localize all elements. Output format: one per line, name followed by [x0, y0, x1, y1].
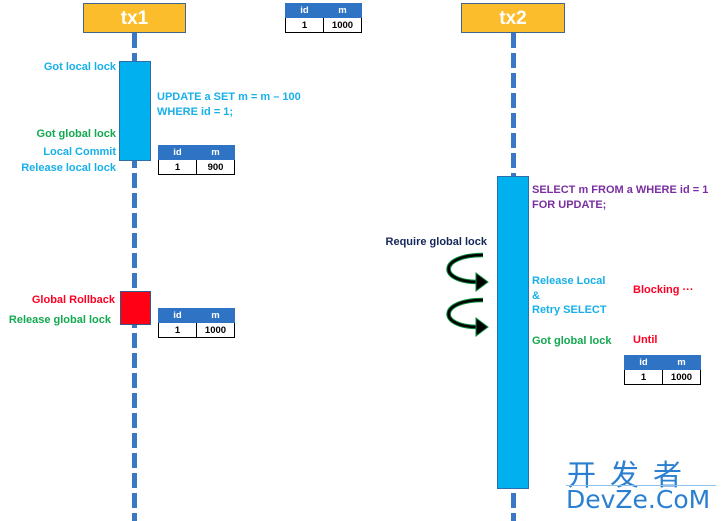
col-id: id [285, 3, 324, 18]
cell-id: 1 [285, 17, 324, 33]
tx1-local-commit: Local Commit [43, 146, 116, 158]
tx1-global-rollback: Global Rollback [31, 294, 115, 306]
retry-arrows [446, 252, 489, 337]
cell-id: 1 [158, 322, 197, 338]
tx1-sql-line2: WHERE id = 1; [157, 106, 234, 118]
cell-m: 900 [196, 159, 235, 175]
tx1-participant: tx1 [83, 3, 186, 33]
cell-m: 1000 [662, 369, 701, 385]
col-m: m [662, 355, 701, 370]
tx1-release-local-lock: Release local lock [21, 162, 116, 174]
tx2-sql-line2: FOR UPDATE; [532, 199, 607, 211]
tx1-activation-bar [119, 61, 151, 161]
tx2-got-global-lock: Got global lock [532, 335, 612, 347]
table-tx2-result: id m 1 1000 [624, 355, 701, 385]
table-after-rollback: id m 1 1000 [158, 308, 235, 338]
cell-id: 1 [158, 159, 197, 175]
cell-m: 1000 [196, 322, 235, 338]
watermark-en: DevZe.CoM [566, 485, 711, 514]
tx1-got-local-lock: Got local lock [43, 61, 116, 73]
tx1-got-global-lock: Got global lock [36, 128, 116, 140]
cell-m: 1000 [323, 17, 362, 33]
tx1-rollback-bar [120, 291, 151, 325]
tx1-sql-line1: UPDATE a SET m = m – 100 [157, 91, 301, 103]
tx2-blocking: Blocking ··· [633, 284, 694, 296]
tx2-participant: tx2 [461, 3, 565, 33]
tx2-ampersand: & [532, 290, 540, 302]
tx2-sql-line1: SELECT m FROM a WHERE id = 1 [532, 184, 709, 196]
retry-arrow-icon [446, 252, 489, 292]
col-id: id [158, 145, 197, 160]
tx2-retry-select: Retry SELECT [532, 304, 607, 316]
col-id: id [624, 355, 663, 370]
tx2-require-global-lock: Require global lock [385, 236, 487, 248]
tx1-release-global-lock: Release global lock [8, 314, 111, 326]
col-id: id [158, 308, 197, 323]
cell-id: 1 [624, 369, 663, 385]
col-m: m [196, 308, 235, 323]
tx2-until: Until [633, 334, 658, 346]
tx2-activation-bar [497, 176, 529, 489]
col-m: m [323, 3, 362, 18]
retry-arrow-icon [446, 297, 489, 337]
table-initial: id m 1 1000 [285, 3, 362, 33]
tx2-release-local: Release Local [532, 275, 606, 287]
table-after-commit: id m 1 900 [158, 145, 235, 175]
col-m: m [196, 145, 235, 160]
